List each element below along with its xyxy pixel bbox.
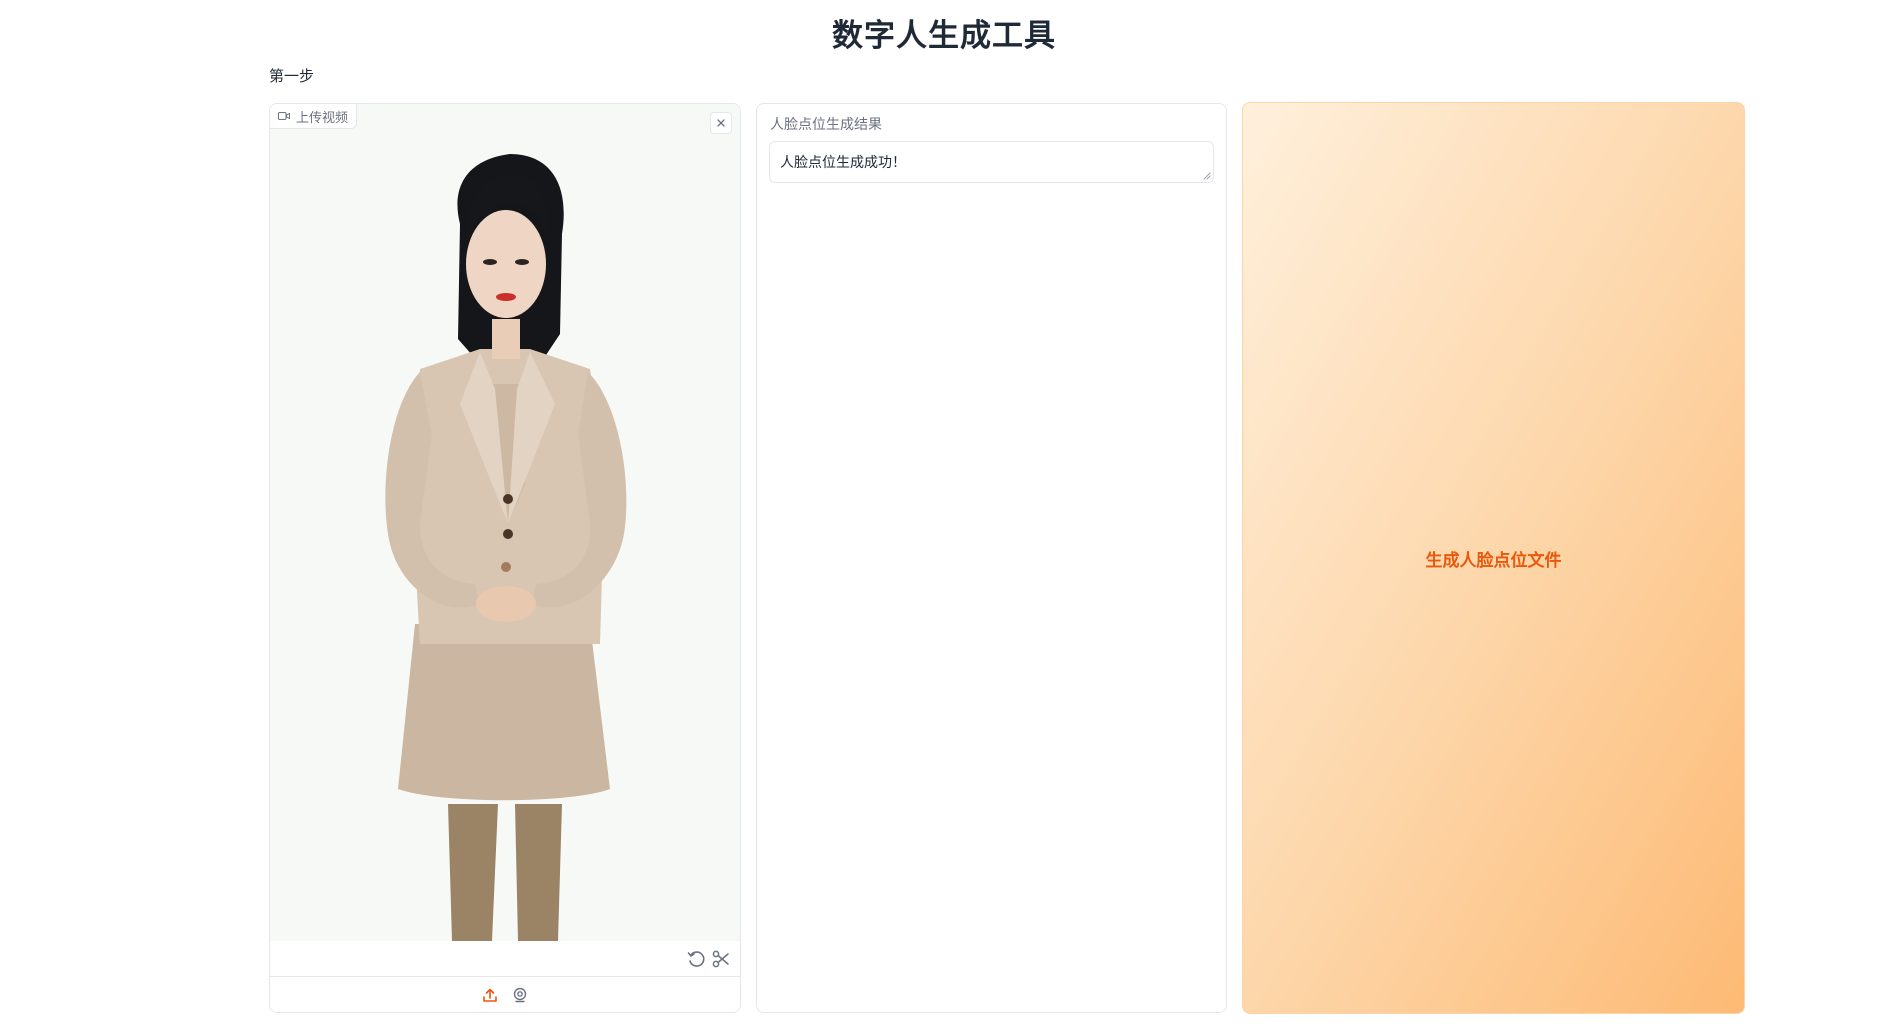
video-edit-controls <box>270 941 740 977</box>
webcam-icon <box>513 987 527 1002</box>
video-upload-panel: 上传视频 <box>269 103 741 1013</box>
result-text: 人脸点位生成成功！ <box>780 155 906 171</box>
resize-handle-icon[interactable] <box>1202 171 1211 180</box>
upload-video-tag: 上传视频 <box>270 104 358 129</box>
video-icon <box>278 112 290 120</box>
scissors-icon[interactable] <box>711 949 731 969</box>
upload-icon <box>483 988 497 1002</box>
undo-icon[interactable] <box>686 949 706 969</box>
step-label: 第一步 <box>269 67 315 85</box>
generate-face-points-button[interactable]: 生成人脸点位文件 <box>1242 102 1745 1014</box>
video-frame-person <box>385 154 627 941</box>
video-preview[interactable]: 上传视频 <box>270 104 740 941</box>
source-selector <box>270 977 740 1012</box>
close-icon <box>717 119 725 127</box>
upload-video-label: 上传视频 <box>296 110 349 126</box>
page-title: 数字人生成工具 <box>832 18 1056 54</box>
result-label: 人脸点位生成结果 <box>770 117 882 133</box>
webcam-source-button[interactable] <box>509 984 531 1006</box>
upload-source-button[interactable] <box>479 984 501 1006</box>
result-textbox[interactable]: 人脸点位生成成功！ <box>769 141 1214 183</box>
result-panel: 人脸点位生成结果 人脸点位生成成功！ <box>756 103 1227 1013</box>
generate-button-label: 生成人脸点位文件 <box>1425 550 1562 571</box>
clear-video-button[interactable] <box>710 112 732 134</box>
